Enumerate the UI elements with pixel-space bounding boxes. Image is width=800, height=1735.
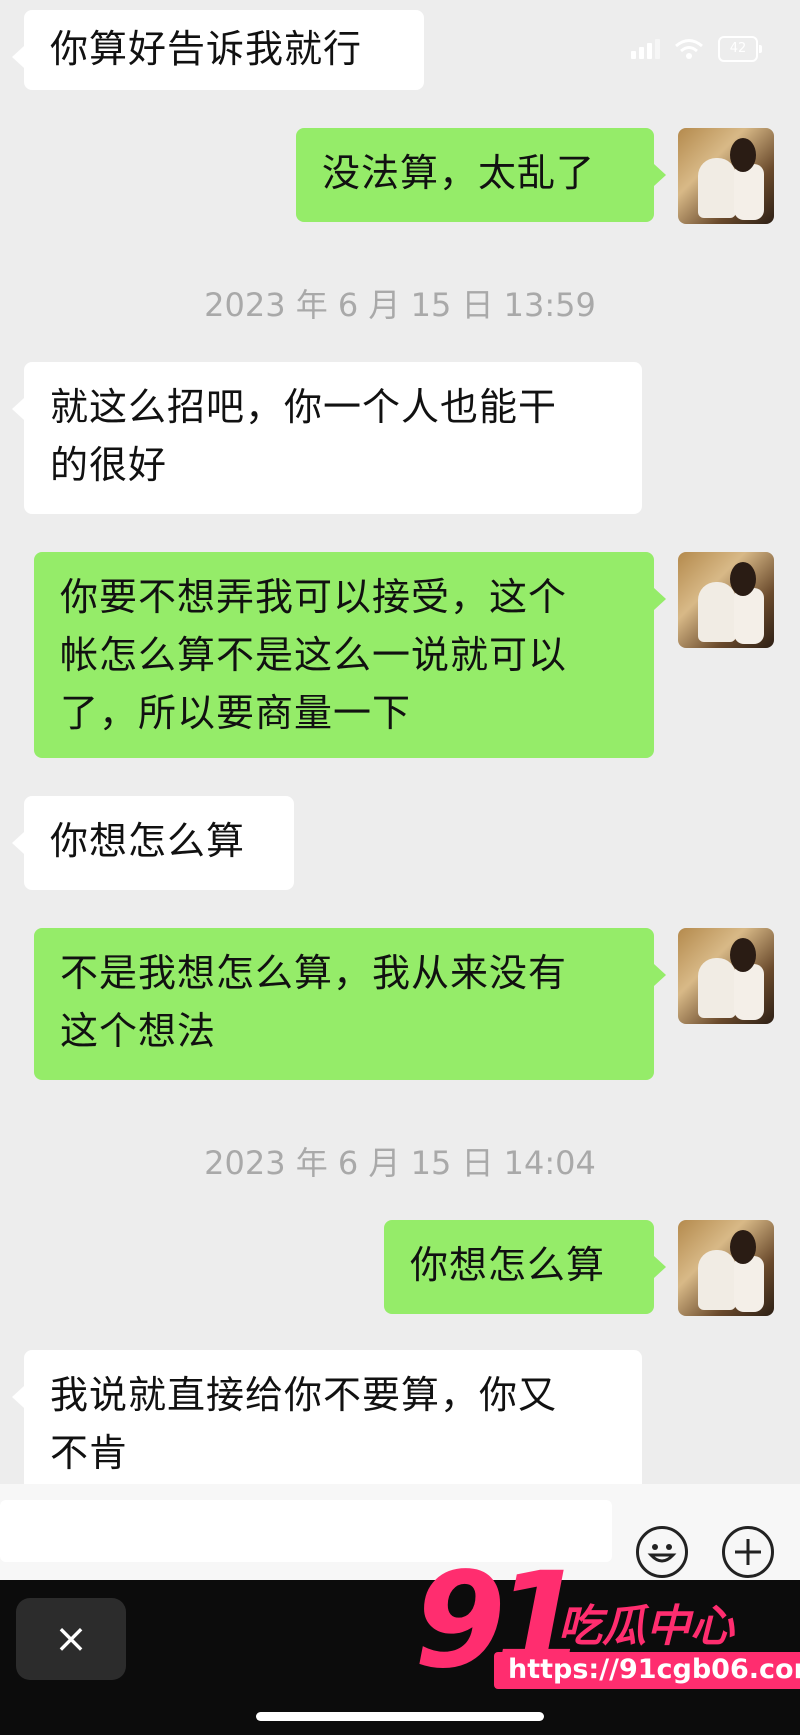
timestamp: 2023 年 6 月 15 日 14:04 <box>204 1144 596 1182</box>
status-bar: 42 <box>631 36 762 62</box>
message-text: 你算好告诉我就行 <box>50 27 363 71</box>
message-text: 你想怎么算 <box>50 819 246 863</box>
message-incoming[interactable]: 你想怎么算 <box>12 796 294 890</box>
smiley-icon[interactable] <box>636 1526 688 1578</box>
timestamp: 2023 年 6 月 15 日 13:59 <box>204 286 596 324</box>
message-outgoing[interactable]: 不是我想怎么算，我从来没有 这个想法 <box>34 928 666 1080</box>
avatar[interactable] <box>678 928 774 1024</box>
home-indicator[interactable] <box>256 1712 544 1721</box>
message-text: 我说就直接给你不要算，你又 <box>50 1373 558 1417</box>
message-incoming[interactable]: 就这么招吧，你一个人也能干 的很好 <box>12 362 642 514</box>
message-text: 不肯 <box>50 1431 129 1475</box>
message-incoming[interactable]: 你算好告诉我就行 <box>12 10 424 90</box>
message-outgoing[interactable]: 你要不想弄我可以接受，这个 帐怎么算不是这么一说就可以 了，所以要商量一下 <box>34 552 666 758</box>
watermark-title: 吃瓜中心 <box>558 1601 734 1652</box>
battery-indicator: 42 <box>718 36 762 62</box>
close-icon: × <box>54 1616 88 1662</box>
signal-icon <box>631 39 660 59</box>
avatar[interactable] <box>678 552 774 648</box>
message-text: 了，所以要商量一下 <box>60 691 412 735</box>
watermark-url: https://91cgb06.com <box>494 1652 800 1689</box>
message-incoming[interactable]: 我说就直接给你不要算，你又 不肯 <box>12 1350 642 1500</box>
message-text: 帐怎么算不是这么一说就可以 <box>60 633 568 677</box>
message-outgoing[interactable]: 没法算，太乱了 <box>296 128 666 222</box>
avatar[interactable] <box>678 1220 774 1316</box>
message-text: 你要不想弄我可以接受，这个 <box>60 575 568 619</box>
message-text: 就这么招吧，你一个人也能干 <box>50 385 558 429</box>
message-text: 这个想法 <box>60 1009 217 1053</box>
message-text: 的很好 <box>50 443 168 487</box>
message-text: 不是我想怎么算，我从来没有 <box>60 951 568 995</box>
message-text: 你想怎么算 <box>410 1243 606 1287</box>
close-button[interactable]: × <box>16 1598 126 1680</box>
avatar[interactable] <box>678 128 774 224</box>
message-text: 没法算，太乱了 <box>322 151 596 195</box>
plus-icon[interactable] <box>722 1526 774 1578</box>
message-outgoing[interactable]: 你想怎么算 <box>384 1220 666 1314</box>
wifi-icon <box>675 39 703 59</box>
